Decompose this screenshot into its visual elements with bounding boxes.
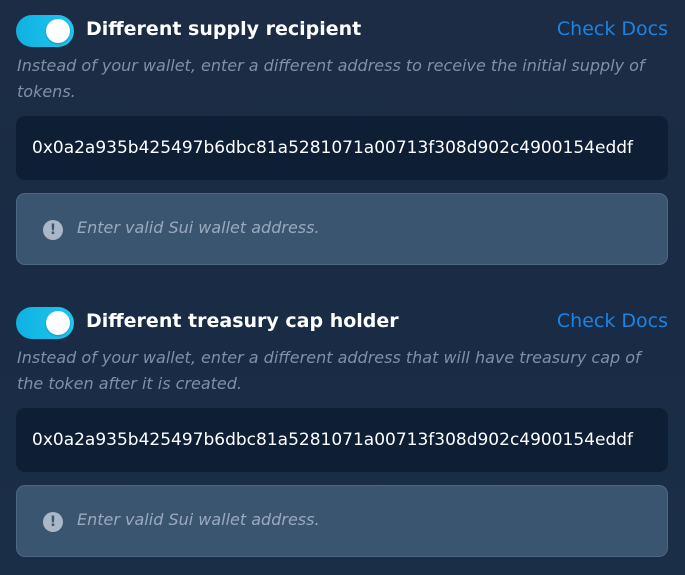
toggle-knob [46,311,70,335]
toggle-knob [46,19,70,43]
treasury-cap-description: Instead of your wallet, enter a differen… [17,348,641,393]
supply-recipient-title: Different supply recipient [86,18,362,40]
treasury-cap-address-input[interactable] [16,408,668,472]
supply-recipient-address-input[interactable] [16,116,668,180]
supply-recipient-check-docs-link[interactable]: Check Docs [557,18,668,40]
treasury-cap-alert: ! Enter valid Sui wallet address. [16,485,668,557]
exclamation-circle-icon: ! [43,220,63,240]
supply-recipient-alert-text: Enter valid Sui wallet address. [77,218,320,237]
treasury-cap-alert-text: Enter valid Sui wallet address. [77,510,320,529]
exclamation-circle-icon: ! [43,512,63,532]
treasury-cap-check-docs-link[interactable]: Check Docs [557,310,668,332]
treasury-cap-toggle[interactable] [16,307,74,339]
treasury-cap-title: Different treasury cap holder [86,310,399,332]
supply-recipient-header: Different supply recipient Check Docs [16,15,668,47]
supply-recipient-alert: ! Enter valid Sui wallet address. [16,193,668,265]
supply-recipient-description: Instead of your wallet, enter a differen… [17,56,645,101]
treasury-cap-header: Different treasury cap holder Check Docs [16,307,668,339]
supply-recipient-toggle[interactable] [16,15,74,47]
